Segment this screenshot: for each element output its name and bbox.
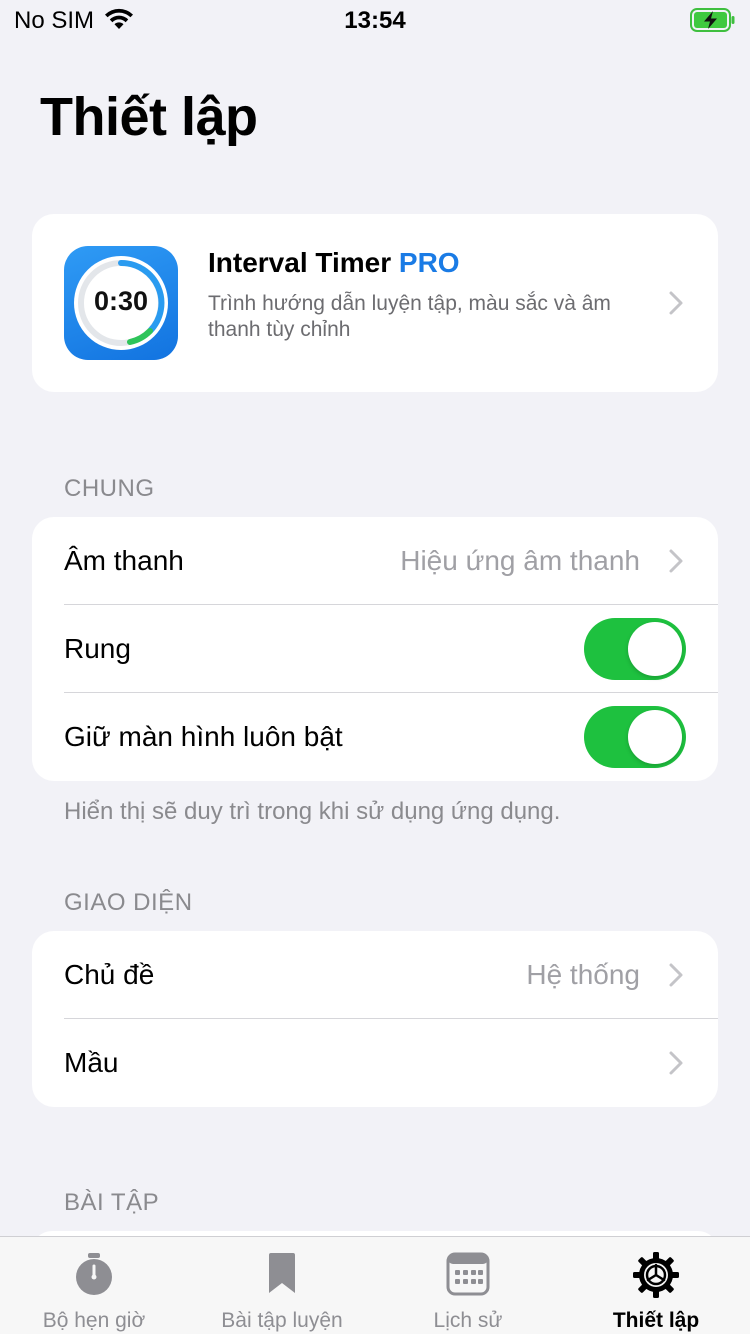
app-icon: 0:30	[64, 246, 178, 360]
status-time: 13:54	[344, 7, 406, 34]
keep-screen-on-label: Giữ màn hình luôn bật	[64, 721, 343, 752]
pro-card-description: Trình hướng dẫn luyện tập, màu sắc và âm…	[208, 292, 611, 341]
tab-settings[interactable]: Thiết lập	[562, 1237, 750, 1334]
tab-workouts-label: Bài tập luyện	[221, 1309, 343, 1332]
pro-upgrade-card[interactable]: 0:30 Interval Timer PRO Trình hướng dẫn …	[32, 214, 718, 392]
general-settings-group: Âm thanh Hiệu ứng âm thanh Rung Giữ màn …	[32, 517, 718, 781]
vibrate-toggle[interactable]	[584, 618, 686, 680]
stopwatch-icon	[0, 1251, 188, 1297]
bookmark-icon	[188, 1251, 376, 1297]
appearance-settings-group: Chủ đề Hệ thống Mầu	[32, 931, 718, 1107]
chevron-right-icon	[668, 962, 684, 988]
section-header-workouts: BÀI TẬP	[64, 1189, 160, 1216]
chevron-right-icon	[668, 548, 684, 574]
page-title: Thiết lập	[40, 87, 258, 147]
color-row[interactable]: Mầu	[32, 1019, 718, 1107]
chevron-right-icon	[668, 1050, 684, 1076]
color-label: Mầu	[64, 1047, 119, 1078]
section-header-appearance: GIAO DIỆN	[64, 889, 193, 916]
tab-settings-label: Thiết lập	[612, 1309, 700, 1332]
theme-row[interactable]: Chủ đề Hệ thống	[32, 931, 718, 1019]
calendar-icon	[374, 1251, 562, 1297]
tab-history-label: Lịch sử	[433, 1309, 503, 1332]
settings-screen: No SIM 13:54 Thiết lập 0:30 Interval Tim…	[0, 0, 750, 1334]
pro-badge: PRO	[398, 247, 460, 278]
keep-screen-on-toggle[interactable]	[584, 706, 686, 768]
toggle-knob	[628, 710, 682, 764]
vibrate-row: Rung	[32, 605, 718, 693]
section-header-general: CHUNG	[64, 475, 155, 502]
pro-card-title: Interval Timer PRO	[208, 247, 460, 279]
keep-screen-on-row: Giữ màn hình luôn bật	[32, 693, 718, 781]
status-bar: No SIM 13:54	[0, 0, 750, 40]
sound-row[interactable]: Âm thanh Hiệu ứng âm thanh	[32, 517, 718, 605]
chevron-right-icon	[668, 290, 684, 316]
theme-label: Chủ đề	[64, 959, 155, 990]
sound-label: Âm thanh	[64, 545, 184, 576]
tab-history[interactable]: Lịch sử	[374, 1237, 562, 1334]
tab-timer[interactable]: Bộ hẹn giờ	[0, 1237, 188, 1334]
app-icon-time: 0:30	[93, 286, 149, 316]
tab-workouts[interactable]: Bài tập luyện	[188, 1237, 376, 1334]
gear-icon	[562, 1251, 750, 1298]
tab-timer-label: Bộ hẹn giờ	[42, 1309, 146, 1332]
sound-value: Hiệu ứng âm thanh	[400, 545, 640, 576]
toggle-knob	[628, 622, 682, 676]
theme-value: Hệ thống	[526, 959, 640, 990]
general-footer-note: Hiển thị sẽ duy trì trong khi sử dụng ứn…	[64, 798, 561, 825]
battery-charging-icon	[690, 8, 736, 37]
pro-card-app-name: Interval Timer	[208, 247, 392, 278]
tab-bar: Bộ hẹn giờ Bài tập luyện Lịch sử Thiết l…	[0, 1236, 750, 1334]
vibrate-label: Rung	[64, 633, 131, 664]
